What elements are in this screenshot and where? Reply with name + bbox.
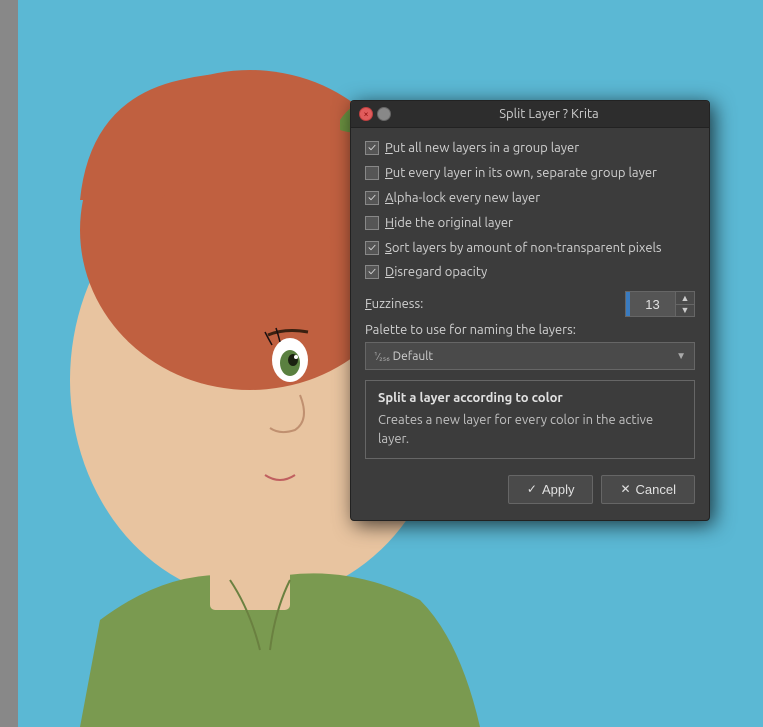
fuzziness-label: Fuzziness: xyxy=(365,297,617,311)
checkmark-icon: ✓ xyxy=(527,482,537,496)
checkbox-sort-layers[interactable]: Sort layers by amount of non-transparent… xyxy=(365,240,695,257)
checkbox-label-1: Put all new layers in a group layer xyxy=(385,140,579,157)
checkbox-indicator-2 xyxy=(365,166,379,180)
checkbox-label-2: Put every layer in its own, separate gro… xyxy=(385,165,657,182)
spinbox-up-arrow[interactable]: ▲ xyxy=(676,292,694,304)
checkbox-put-all-new-layers[interactable]: Put all new layers in a group layer xyxy=(365,140,695,157)
cross-icon: ✕ xyxy=(620,482,630,496)
palette-prefix: ¹⁄₂₅₆ xyxy=(374,351,390,362)
checkbox-alpha-lock[interactable]: Alpha-lock every new layer xyxy=(365,190,695,207)
cancel-label: Cancel xyxy=(636,482,676,497)
checkbox-label-5: Sort layers by amount of non-transparent… xyxy=(385,240,662,257)
checkbox-indicator-4 xyxy=(365,216,379,230)
info-box: Split a layer according to color Creates… xyxy=(365,380,695,458)
title-bar-buttons: × xyxy=(359,107,391,121)
checkbox-label-6: Disregard opacity xyxy=(385,264,487,281)
checkbox-indicator-6 xyxy=(365,265,379,279)
minimize-button[interactable] xyxy=(377,107,391,121)
checkbox-indicator-1 xyxy=(365,141,379,155)
checkbox-indicator-3 xyxy=(365,191,379,205)
palette-dropdown-text: ¹⁄₂₅₆ Default xyxy=(374,350,672,363)
buttons-row: ✓ Apply ✕ Cancel xyxy=(365,471,695,508)
palette-label: Palette to use for naming the layers: xyxy=(365,323,695,337)
close-button[interactable]: × xyxy=(359,107,373,121)
fuzziness-row: Fuzziness: 13 ▲ ▼ xyxy=(365,291,695,317)
dialog-content: Put all new layers in a group layer Put … xyxy=(351,128,709,520)
fuzziness-input[interactable]: 13 xyxy=(630,297,675,312)
split-layer-dialog: × Split Layer ? Krita Put all new layers… xyxy=(350,100,710,521)
apply-button[interactable]: ✓ Apply xyxy=(508,475,594,504)
dialog-title: Split Layer ? Krita xyxy=(397,107,701,121)
cancel-button[interactable]: ✕ Cancel xyxy=(601,475,695,504)
checkbox-disregard-opacity[interactable]: Disregard opacity xyxy=(365,264,695,281)
apply-label: Apply xyxy=(542,482,575,497)
chevron-down-icon: ▼ xyxy=(676,350,686,362)
checkbox-put-every-layer[interactable]: Put every layer in its own, separate gro… xyxy=(365,165,695,182)
info-box-text: Creates a new layer for every color in t… xyxy=(378,411,682,447)
info-box-title: Split a layer according to color xyxy=(378,391,682,405)
spinbox-down-arrow[interactable]: ▼ xyxy=(676,304,694,317)
checkbox-label-4: Hide the original layer xyxy=(385,215,513,232)
checkbox-indicator-5 xyxy=(365,241,379,255)
checkbox-hide-original[interactable]: Hide the original layer xyxy=(365,215,695,232)
dialog-title-bar: × Split Layer ? Krita xyxy=(351,101,709,128)
spinbox-arrows: ▲ ▼ xyxy=(675,292,694,316)
checkbox-label-3: Alpha-lock every new layer xyxy=(385,190,540,207)
palette-dropdown[interactable]: ¹⁄₂₅₆ Default ▼ xyxy=(365,342,695,370)
fuzziness-spinbox[interactable]: 13 ▲ ▼ xyxy=(625,291,695,317)
